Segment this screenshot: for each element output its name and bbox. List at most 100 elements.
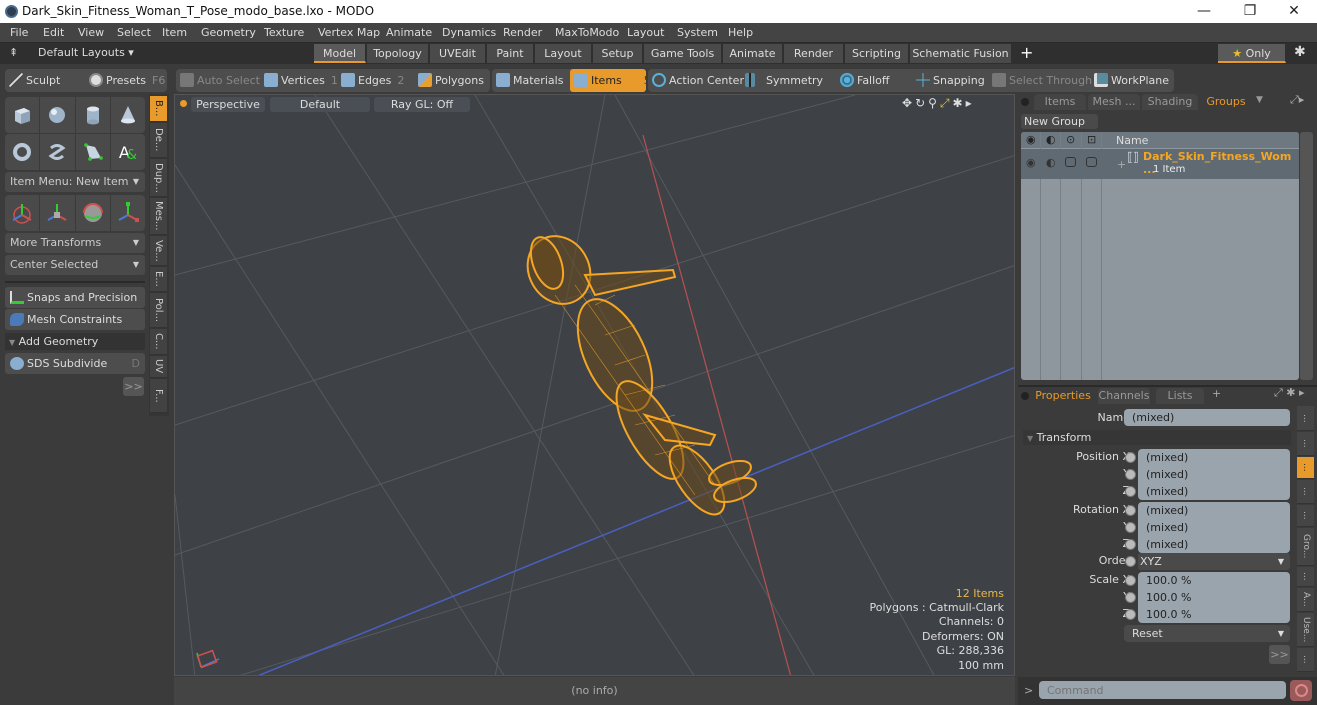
layout-pin-icon[interactable]: ⇞ [9,46,18,59]
menu-help[interactable]: Help [728,26,753,39]
capsule-icon[interactable] [40,134,76,170]
menu-system[interactable]: System [677,26,718,39]
vtab-r3[interactable]: ... [1297,457,1314,479]
snapping-button[interactable]: Snapping [916,70,985,91]
orbit-icon[interactable]: ↻ [915,96,928,110]
default-layouts-dropdown[interactable]: Default Layouts ▾ [38,46,134,59]
expand-plus-icon[interactable]: + [1117,158,1126,171]
action-center-button[interactable]: Action Center [652,70,744,91]
items-button[interactable]: Items5 [570,69,651,92]
scale-x-field[interactable]: 100.0 % [1138,572,1290,589]
expand-more-button[interactable]: >> [1269,645,1290,664]
text-icon[interactable]: A & [111,134,145,170]
tab-scripting[interactable]: Scripting [845,44,909,63]
close-icon[interactable]: ✕ [1271,0,1317,23]
rotation-z-keyframe[interactable] [1125,539,1136,550]
groups-scrollbar[interactable] [1300,132,1313,380]
edges-button[interactable]: Edges 2 [341,70,404,91]
tab-lists[interactable]: Lists [1156,388,1204,404]
vtab-basic[interactable]: B... [150,96,167,122]
vtab-a[interactable]: A... [1297,588,1314,612]
vtab-deform[interactable]: De... [150,123,167,158]
torus-icon[interactable] [5,134,41,170]
new-group-button[interactable]: New Group [1021,114,1098,129]
sphere-icon[interactable] [40,97,76,133]
tab-properties[interactable]: Properties [1034,388,1092,404]
select-toggle[interactable] [1086,157,1097,167]
transform-icon[interactable] [111,195,145,231]
materials-button[interactable]: Materials [496,70,563,91]
presets-button[interactable]: Presets F6 [89,70,165,91]
vtab-r10[interactable]: ... [1297,648,1314,672]
menu-view[interactable]: View [78,26,104,39]
menu-layout[interactable]: Layout [627,26,664,39]
scale-x-keyframe[interactable] [1125,575,1136,586]
vtab-edge[interactable]: E... [150,267,167,292]
command-input[interactable] [1039,681,1286,699]
menu-file[interactable]: File [10,26,28,39]
tab-items[interactable]: Items [1034,94,1086,110]
order-keyframe[interactable] [1125,556,1136,567]
tab-channels[interactable]: Channels [1098,388,1150,404]
viewport-settings-icon[interactable]: ✱ [953,96,966,110]
vtab-mesh-edit[interactable]: Mes... [150,198,167,235]
symmetry-button[interactable]: Symmetry [745,70,823,91]
menu-render[interactable]: Render [503,26,542,39]
workplane-button[interactable]: WorkPlane [1094,70,1169,91]
more-transforms-dropdown[interactable]: More Transforms ▼ [5,233,145,253]
scale-z-field[interactable]: 100.0 % [1138,606,1290,623]
add-tab-button[interactable]: + [1212,387,1221,400]
more-arrow-icon[interactable]: ▸ [966,96,975,110]
gear-icon[interactable]: ✱ [1294,44,1306,60]
tab-uvedit[interactable]: UVEdit [430,44,486,63]
auto-select-button[interactable]: Auto Select [180,70,260,91]
center-selected-dropdown[interactable]: Center Selected ▼ [5,255,145,275]
render-icon[interactable]: ◐ [1046,133,1056,146]
render-icon[interactable]: ◐ [1046,156,1056,169]
tab-shading[interactable]: Shading [1142,94,1198,110]
menu-texture[interactable]: Texture [264,26,304,39]
position-x-keyframe[interactable] [1125,452,1136,463]
tab-animate[interactable]: Animate [723,44,783,63]
sds-subdivide-button[interactable]: SDS Subdivide D [5,353,145,374]
vtab-polygon[interactable]: Pol... [150,293,167,328]
move-icon[interactable] [5,195,41,231]
tab-render[interactable]: Render [784,44,844,63]
menu-select[interactable]: Select [117,26,151,39]
rotate-icon[interactable] [40,195,76,231]
selectable-icon[interactable]: ⊡ [1087,133,1096,146]
vtab-user[interactable]: Use... [1297,613,1314,647]
scale-y-keyframe[interactable] [1125,592,1136,603]
vtab-curve[interactable]: C... [150,329,167,355]
menu-item[interactable]: Item [162,26,187,39]
scale-z-keyframe[interactable] [1125,609,1136,620]
vtab-groups[interactable]: Gro... [1297,528,1314,566]
polygons-button[interactable]: Polygons [418,70,484,91]
vtab-vertex[interactable]: Ve... [150,236,167,266]
position-x-field[interactable]: (mixed) [1138,449,1290,466]
order-dropdown[interactable]: XYZ ▼ [1138,553,1290,570]
item-menu-dropdown[interactable]: Item Menu: New Item ▼ [5,172,145,192]
tab-game-tools[interactable]: Game Tools [644,44,722,63]
menu-geometry[interactable]: Geometry [201,26,256,39]
rotation-y-keyframe[interactable] [1125,522,1136,533]
maximize-viewport-icon[interactable]: ⤢ [940,96,953,110]
rotation-x-field[interactable]: (mixed) [1138,502,1290,519]
pen-polygon-icon[interactable] [76,134,111,170]
vtab-duplicate[interactable]: Dup... [150,159,167,197]
zoom-icon[interactable]: ⚲ [928,96,940,110]
menu-vertex-map[interactable]: Vertex Map [318,26,380,39]
vtab-uv[interactable]: UV [150,356,167,378]
eye-icon[interactable]: ◉ [1026,156,1036,169]
select-through-button[interactable]: Select Through [992,70,1092,91]
3d-viewport[interactable]: Perspective Default Ray GL: Off ✥↻⚲⤢✱▸ 1… [174,94,1015,676]
expand-more-button[interactable]: >> [123,377,144,396]
vtab-r7[interactable]: ... [1297,567,1314,587]
cone-icon[interactable] [111,97,145,133]
tab-mesh[interactable]: Mesh ... [1088,94,1140,110]
rotation-y-field[interactable]: (mixed) [1138,519,1290,536]
minimize-icon[interactable]: — [1181,0,1227,23]
pan-icon[interactable]: ✥ [902,96,915,110]
record-macro-button[interactable] [1290,680,1312,701]
tab-layout[interactable]: Layout [535,44,592,63]
